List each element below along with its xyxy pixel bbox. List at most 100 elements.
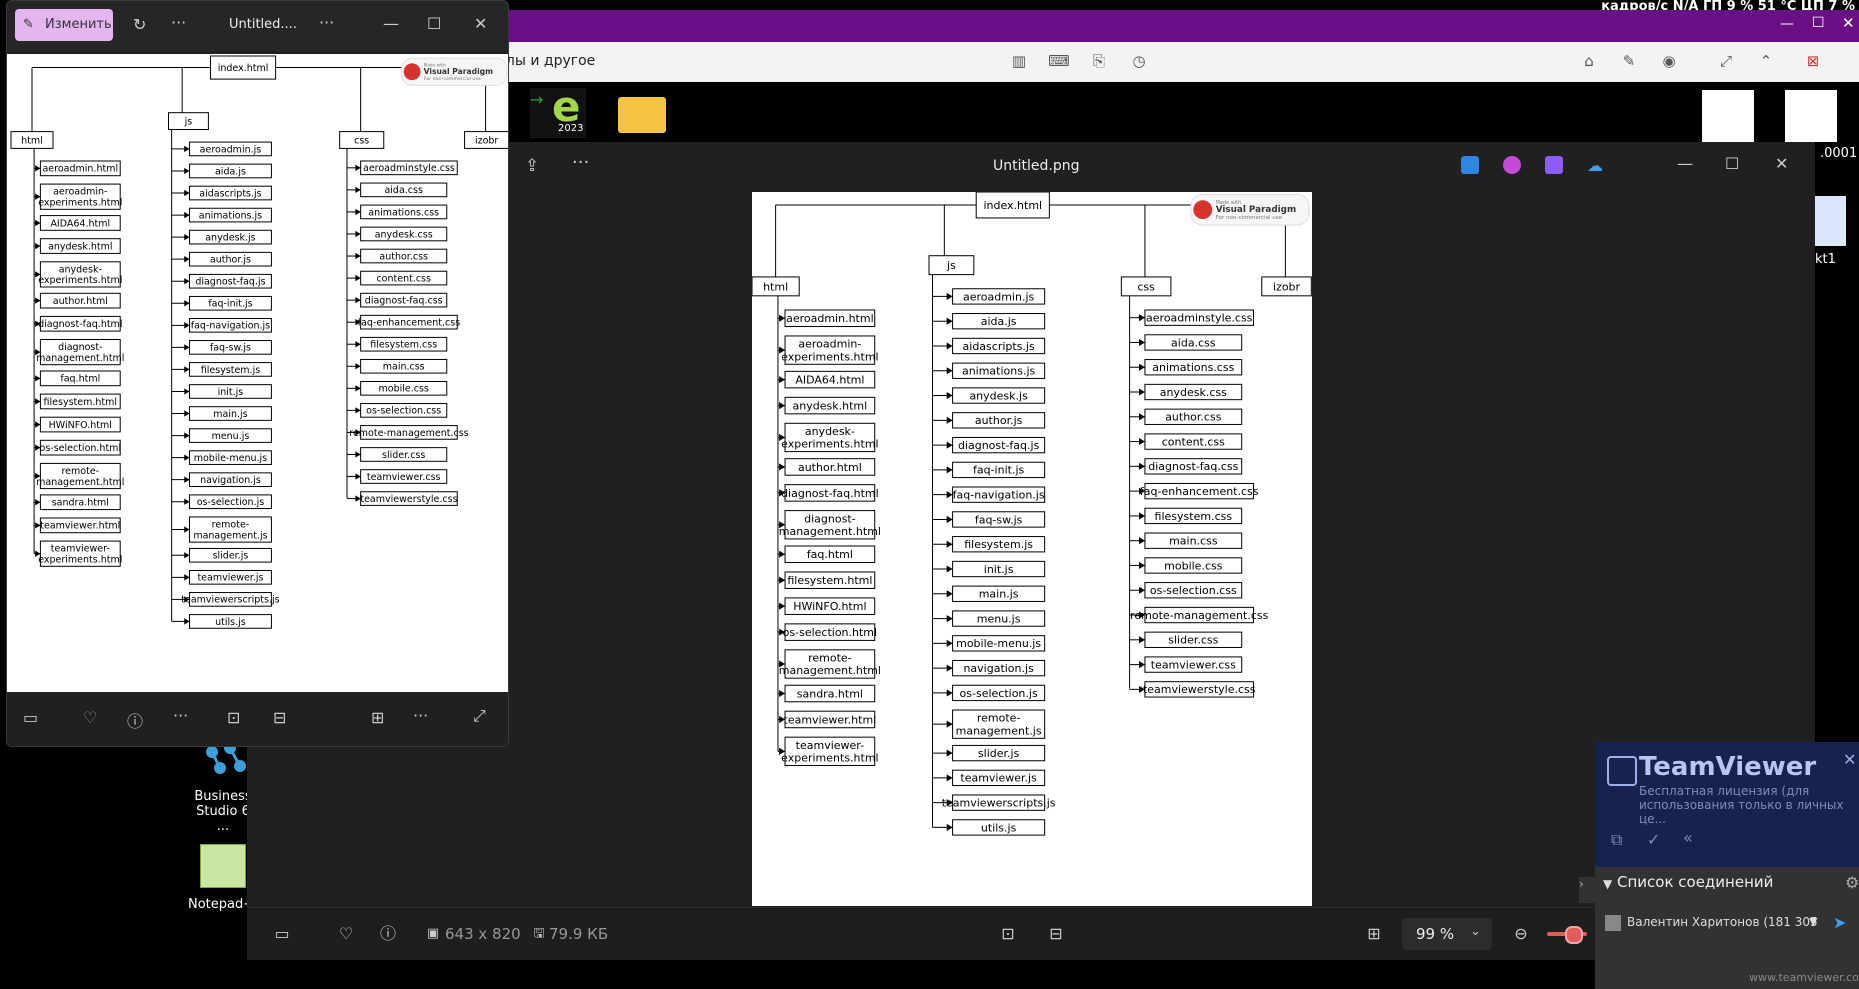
visual-paradigm-logo-icon [1193, 200, 1213, 220]
arrowhead [1139, 462, 1145, 470]
minimize-icon[interactable]: — [1677, 154, 1693, 173]
fit-icon[interactable]: ⊞ [1359, 908, 1389, 960]
timer-icon[interactable]: ◷ [1128, 50, 1150, 72]
arrowhead [779, 376, 786, 384]
file-icon-right[interactable] [1702, 90, 1754, 142]
root-label: index.html [983, 199, 1042, 212]
share-icon[interactable]: ⇪ [525, 156, 539, 176]
arrowhead [184, 189, 190, 197]
html-file-label: management.html [779, 525, 881, 538]
close-icon[interactable]: ✕ [1842, 14, 1855, 32]
close-icon[interactable]: ✕ [1775, 154, 1788, 173]
toolbar-tab[interactable]: ілы и другое [502, 53, 595, 69]
visual-search-icon[interactable]: ⊡ [227, 708, 240, 727]
file-icon-right-b[interactable] [1785, 90, 1837, 142]
keyboard-icon[interactable]: ⌨ [1048, 50, 1070, 72]
visual-search-icon[interactable]: ⊡ [993, 908, 1023, 960]
more-options-icon-2[interactable]: ··· [319, 13, 334, 32]
minimize-icon[interactable]: — [383, 14, 399, 33]
html-file-label: teamviewer.html [784, 713, 877, 726]
css-file-label: content.css [376, 273, 431, 284]
html-file-label: sandra.html [52, 498, 109, 509]
close-icon[interactable]: ✕ [1843, 750, 1856, 769]
chevron-down-icon: ⌄ [1470, 924, 1481, 939]
arrowhead [184, 278, 190, 285]
css-file-label: aida.css [1171, 336, 1216, 349]
js-file-label: init.js [984, 563, 1014, 576]
favorite-icon[interactable]: ♡ [83, 708, 97, 727]
more-options-icon[interactable]: ··· [173, 706, 188, 725]
red-close-icon[interactable]: ⊠ [1802, 50, 1824, 72]
camera-icon[interactable]: ◉ [1658, 50, 1680, 72]
html-file-label: teamviewer.html [40, 521, 120, 532]
copy-icon[interactable]: ⧉ [1611, 830, 1622, 850]
dropdown-icon[interactable]: ▼ [1809, 915, 1817, 928]
doc-add-icon[interactable]: ⎘ [1088, 50, 1110, 72]
gear-icon[interactable]: ⚙ [1845, 873, 1859, 892]
connect-icon[interactable]: ➤ [1833, 913, 1846, 932]
expand-arrow-icon[interactable]: › [1579, 877, 1595, 903]
more-options-icon[interactable]: ··· [572, 152, 589, 173]
arrowhead [355, 252, 361, 260]
zoom-out-icon[interactable]: ⊖ [1509, 908, 1533, 960]
lock-file-icon[interactable]: ⌂ [1578, 50, 1600, 72]
notepad-icon[interactable] [200, 844, 246, 888]
contact-name[interactable]: Валентин Харитонов (181 305 [1627, 915, 1818, 929]
brand-text: Visual Paradigm [1216, 205, 1296, 215]
eclipse-icon[interactable]: → e 2023 [530, 82, 586, 138]
tool-icon[interactable]: ✓ [1647, 830, 1660, 849]
filmstrip-icon[interactable]: ▭ [23, 708, 38, 727]
arrowhead [946, 689, 953, 697]
arrowhead [946, 441, 953, 449]
paint-icon[interactable] [1461, 156, 1479, 174]
minimize-icon[interactable]: — [1780, 16, 1794, 32]
chevron-up-icon[interactable]: ⌃ [1755, 50, 1777, 72]
fit-icon[interactable]: ⊞ [371, 708, 384, 727]
favorite-icon[interactable]: ♡ [331, 908, 361, 960]
expand-icon[interactable]: ⤢ [1715, 50, 1737, 72]
maximize-icon[interactable]: ☐ [427, 14, 441, 33]
html-file-label: author.html [53, 296, 108, 307]
arrowhead [35, 375, 41, 382]
folder-icon[interactable] [618, 97, 666, 133]
css-file-label: aeroadminstyle.css [363, 163, 455, 174]
arrowhead [355, 451, 361, 458]
zoom-slider-thumb[interactable] [1565, 926, 1583, 944]
css-file-label: faq-enhancement.css [358, 318, 460, 329]
arrowhead [779, 402, 786, 410]
zoom-select[interactable]: 99 % ⌄ [1402, 918, 1492, 950]
js-file-label: faq-sw.js [210, 343, 251, 354]
html-file-label: filesystem.html [44, 397, 117, 408]
connections-header: Список соединений [1617, 873, 1774, 891]
chart-icon[interactable]: ▥ [1008, 50, 1030, 72]
rotate-icon[interactable]: ↻ [133, 15, 146, 34]
clipchamp-icon[interactable] [1545, 156, 1563, 174]
css-file-label: slider.css [382, 450, 425, 461]
js-file-label: remote- [212, 519, 250, 530]
more-options-icon[interactable]: ··· [171, 13, 186, 32]
onedrive-icon[interactable]: ☁ [1587, 156, 1603, 175]
more-options-icon-2[interactable]: ··· [413, 706, 428, 725]
collapse-icon[interactable]: « [1683, 828, 1693, 847]
css-file-label: slider.css [1168, 634, 1218, 647]
js-file-label: aeroadmin.js [963, 290, 1035, 303]
info-icon[interactable]: ⓘ [127, 708, 143, 732]
copilot-icon[interactable] [1503, 156, 1521, 174]
edit-button[interactable]: ✎ Изменить [15, 9, 113, 41]
file-icon-right-2[interactable] [1812, 196, 1846, 246]
arrowhead [1139, 338, 1145, 346]
close-icon[interactable]: ✕ [474, 14, 487, 33]
fullscreen-icon[interactable]: ⤢ [473, 706, 486, 726]
info-icon[interactable]: ⓘ [373, 908, 403, 960]
edit-icon[interactable]: ✎ [1618, 50, 1640, 72]
js-file-label: faq-navigation.js [953, 489, 1045, 502]
arrowhead [946, 367, 953, 375]
maximize-icon[interactable]: ☐ [1812, 15, 1825, 31]
maximize-icon[interactable]: ☐ [1725, 154, 1739, 173]
html-file-label: faq.html [807, 548, 853, 561]
chevron-down-icon[interactable]: ▼ [1603, 877, 1612, 891]
text-extract-icon[interactable]: ⊟ [273, 708, 286, 727]
filmstrip-icon[interactable]: ▭ [267, 908, 297, 960]
text-extract-icon[interactable]: ⊟ [1041, 908, 1071, 960]
dimensions-text: 643 x 820 [445, 925, 521, 943]
